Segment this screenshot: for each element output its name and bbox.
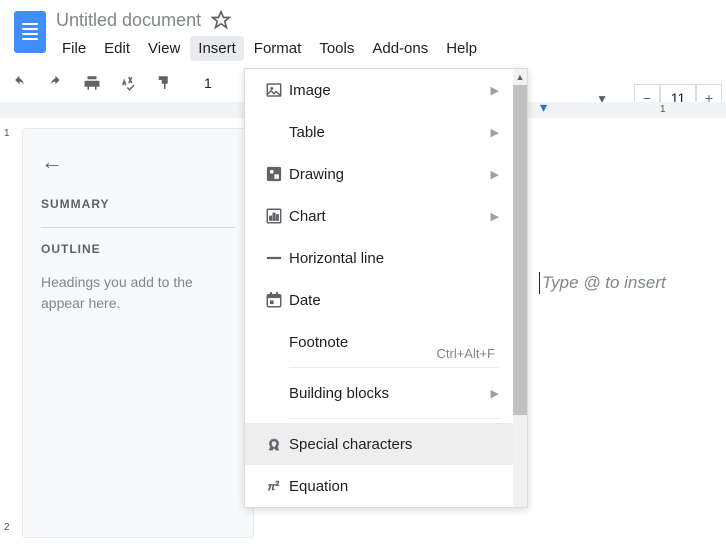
submenu-caret-icon: ▶ bbox=[491, 126, 499, 139]
vruler-mark-1: 1 bbox=[4, 128, 10, 139]
omega-icon: Ω bbox=[259, 435, 289, 453]
insert-menu-table-label: Table bbox=[289, 124, 491, 141]
menu-view[interactable]: View bbox=[140, 36, 188, 61]
menu-separator bbox=[289, 367, 499, 368]
insert-menu-chart-label: Chart bbox=[289, 208, 491, 225]
menu-file[interactable]: File bbox=[54, 36, 94, 61]
back-arrow-button[interactable]: ← bbox=[41, 149, 235, 175]
insert-menu-footnote-shortcut: Ctrl+Alt+F bbox=[436, 346, 495, 361]
outline-hint-text: Headings you add to theappear here. bbox=[41, 272, 235, 314]
insert-menu-date[interactable]: Date bbox=[245, 279, 513, 321]
ruler-mark-1: 1 bbox=[660, 104, 666, 115]
menu-separator bbox=[289, 418, 499, 419]
star-icon[interactable] bbox=[211, 10, 231, 30]
scroll-up-icon[interactable]: ▲ bbox=[513, 69, 527, 85]
page-placeholder: Type @ to insert bbox=[539, 272, 666, 294]
summary-heading: SUMMARY bbox=[41, 197, 235, 211]
submenu-caret-icon: ▶ bbox=[491, 84, 499, 97]
spellcheck-button[interactable] bbox=[114, 69, 142, 97]
insert-menu-date-label: Date bbox=[289, 292, 499, 309]
pi-icon: π2 bbox=[259, 477, 289, 495]
menu-edit[interactable]: Edit bbox=[96, 36, 138, 61]
sidebar-divider bbox=[41, 227, 235, 228]
menu-tools[interactable]: Tools bbox=[311, 36, 362, 61]
menubar: FileEditViewInsertFormatToolsAdd-onsHelp bbox=[52, 34, 718, 62]
insert-menu-chart[interactable]: Chart▶ bbox=[245, 195, 513, 237]
insert-menu-drawing[interactable]: Drawing▶ bbox=[245, 153, 513, 195]
menu-add-ons[interactable]: Add-ons bbox=[364, 36, 436, 61]
insert-menu-image-label: Image bbox=[289, 82, 491, 99]
date-icon bbox=[259, 291, 289, 309]
insert-menu-special[interactable]: Ω Special characters bbox=[245, 423, 513, 465]
redo-button[interactable] bbox=[42, 69, 70, 97]
insert-menu-equation-label: Equation bbox=[289, 478, 499, 495]
indent-marker-icon[interactable]: ▾ bbox=[540, 99, 547, 116]
menu-insert[interactable]: Insert bbox=[190, 36, 244, 61]
submenu-caret-icon: ▶ bbox=[491, 387, 499, 400]
undo-button[interactable] bbox=[6, 69, 34, 97]
insert-menu-hr-label: Horizontal line bbox=[289, 250, 499, 267]
docs-logo-icon bbox=[14, 11, 46, 53]
insert-menu-footnote[interactable]: FootnoteCtrl+Alt+F bbox=[245, 321, 513, 363]
submenu-caret-icon: ▶ bbox=[491, 168, 499, 181]
insert-menu-equation[interactable]: π2Equation bbox=[245, 465, 513, 507]
paint-format-button[interactable] bbox=[150, 69, 178, 97]
insert-menu-building[interactable]: Building blocks▶ bbox=[245, 372, 513, 414]
insert-menu-table[interactable]: Table▶ bbox=[245, 111, 513, 153]
drawing-icon bbox=[259, 165, 289, 183]
outline-heading: OUTLINE bbox=[41, 242, 235, 256]
print-button[interactable] bbox=[78, 69, 106, 97]
docs-logo[interactable] bbox=[8, 6, 52, 58]
insert-menu-hr[interactable]: Horizontal line bbox=[245, 237, 513, 279]
chart-icon bbox=[259, 207, 289, 225]
submenu-caret-icon: ▶ bbox=[491, 210, 499, 223]
insert-menu-building-label: Building blocks bbox=[289, 385, 491, 402]
scroll-thumb[interactable] bbox=[513, 85, 527, 415]
insert-menu-drawing-label: Drawing bbox=[289, 166, 491, 183]
image-icon bbox=[259, 81, 289, 99]
title-area: Untitled document FileEditViewInsertForm… bbox=[52, 6, 718, 62]
menu-format[interactable]: Format bbox=[246, 36, 310, 61]
header: Untitled document FileEditViewInsertForm… bbox=[0, 0, 726, 62]
insert-menu: Image▶Table▶Drawing▶Chart▶Horizontal lin… bbox=[244, 68, 528, 508]
svg-text:Ω: Ω bbox=[270, 438, 279, 452]
document-title[interactable]: Untitled document bbox=[56, 10, 201, 31]
hr-icon bbox=[259, 249, 289, 267]
outline-sidebar: ← SUMMARY OUTLINE Headings you add to th… bbox=[22, 128, 254, 538]
vertical-ruler[interactable]: 1 2 bbox=[0, 118, 18, 548]
menu-scrollbar[interactable]: ▲ bbox=[513, 69, 527, 507]
insert-menu-special-label: Special characters bbox=[289, 436, 499, 453]
insert-menu-image[interactable]: Image▶ bbox=[245, 69, 513, 111]
vruler-mark-2: 2 bbox=[4, 522, 10, 533]
menu-help[interactable]: Help bbox=[438, 36, 485, 61]
zoom-value-partial: 1 bbox=[204, 75, 212, 91]
svg-text:2: 2 bbox=[276, 480, 280, 487]
